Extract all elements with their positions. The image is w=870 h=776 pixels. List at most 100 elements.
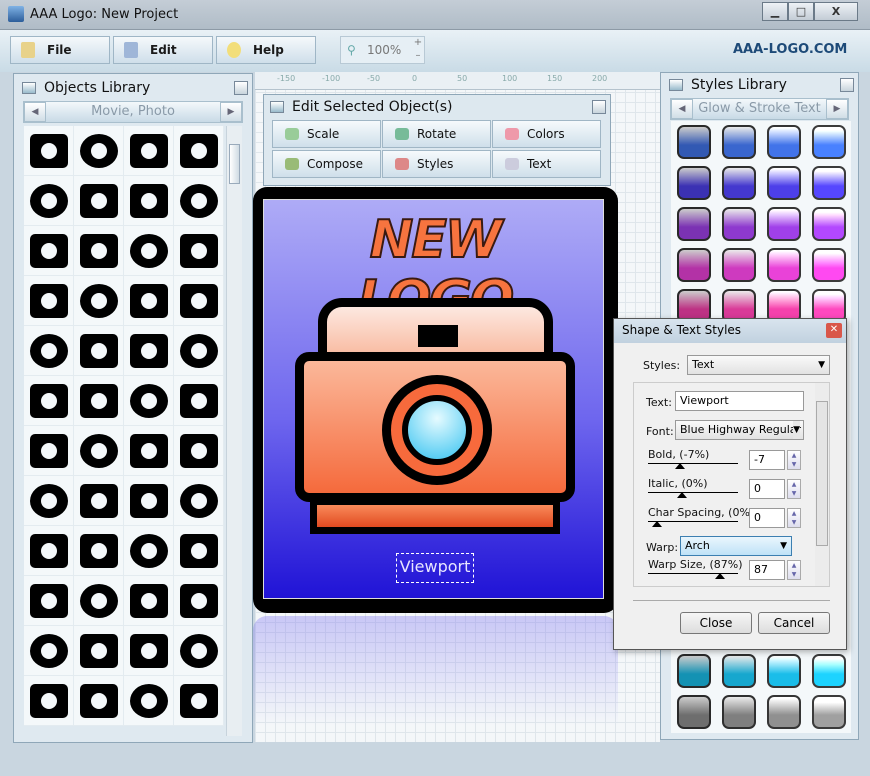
brand-link[interactable]: AAA-LOGO.COM <box>733 42 847 57</box>
minimize-styles-panel-button[interactable] <box>840 78 854 92</box>
minimize-button[interactable]: ▁ <box>762 2 788 21</box>
font-dropdown[interactable]: Blue Highway Regular ▼ <box>675 420 804 440</box>
object-item[interactable] <box>24 626 74 676</box>
minimize-edit-panel-button[interactable] <box>592 100 606 114</box>
object-item[interactable] <box>74 426 124 476</box>
style-swatch[interactable] <box>722 125 756 159</box>
object-item[interactable] <box>174 476 224 526</box>
warpsize-slider-thumb[interactable] <box>715 573 725 579</box>
object-item[interactable] <box>74 676 124 726</box>
object-item[interactable] <box>124 176 174 226</box>
edit-button[interactable]: Edit <box>113 36 213 64</box>
object-item[interactable] <box>174 126 224 176</box>
object-item[interactable] <box>24 476 74 526</box>
style-swatch[interactable] <box>812 248 846 282</box>
dialog-cancel-button[interactable]: Cancel <box>758 612 830 634</box>
object-item[interactable] <box>124 626 174 676</box>
object-item[interactable] <box>174 176 224 226</box>
minimize-panel-button[interactable] <box>234 81 248 95</box>
object-item[interactable] <box>24 426 74 476</box>
object-item[interactable] <box>74 226 124 276</box>
file-button[interactable]: File <box>10 36 110 64</box>
object-item[interactable] <box>74 326 124 376</box>
object-item[interactable] <box>124 226 174 276</box>
style-swatch[interactable] <box>677 695 711 729</box>
style-swatch[interactable] <box>767 654 801 688</box>
object-item[interactable] <box>74 576 124 626</box>
object-item[interactable] <box>174 326 224 376</box>
spacing-input[interactable]: 0 <box>749 508 785 528</box>
object-item[interactable] <box>174 426 224 476</box>
styles-dropdown[interactable]: Text ▼ <box>687 355 830 375</box>
object-item[interactable] <box>174 676 224 726</box>
object-item[interactable] <box>24 126 74 176</box>
object-item[interactable] <box>124 576 174 626</box>
objects-scrollbar[interactable] <box>226 126 242 736</box>
bold-slider-thumb[interactable] <box>674 463 685 469</box>
style-swatch[interactable] <box>812 695 846 729</box>
object-item[interactable] <box>24 276 74 326</box>
object-item[interactable] <box>74 276 124 326</box>
selected-caption-text[interactable]: Viewport <box>396 553 474 583</box>
object-item[interactable] <box>74 626 124 676</box>
object-item[interactable] <box>74 126 124 176</box>
object-item[interactable] <box>174 526 224 576</box>
properties-scroll-thumb[interactable] <box>816 401 828 546</box>
spacing-slider-thumb[interactable] <box>652 521 662 527</box>
warpsize-spinner[interactable]: ▲ ▼ <box>787 560 801 580</box>
object-item[interactable] <box>174 376 224 426</box>
style-swatch[interactable] <box>677 207 711 241</box>
italic-slider-thumb[interactable] <box>677 492 688 498</box>
help-button[interactable]: Help <box>216 36 316 64</box>
style-swatch[interactable] <box>812 166 846 200</box>
style-swatch[interactable] <box>767 125 801 159</box>
object-item[interactable] <box>24 226 74 276</box>
style-swatch[interactable] <box>767 166 801 200</box>
next-style-category-button[interactable]: ▶ <box>826 99 848 119</box>
object-item[interactable] <box>124 426 174 476</box>
next-category-button[interactable]: ▶ <box>220 102 242 122</box>
styles-button[interactable]: Styles <box>382 150 491 178</box>
bold-slider[interactable] <box>648 463 738 464</box>
object-item[interactable] <box>124 126 174 176</box>
compose-button[interactable]: Compose <box>272 150 381 178</box>
italic-spinner[interactable]: ▲ ▼ <box>787 479 801 499</box>
object-item[interactable] <box>124 526 174 576</box>
warpsize-input[interactable]: 87 <box>749 560 785 580</box>
style-swatch[interactable] <box>677 654 711 688</box>
object-item[interactable] <box>24 676 74 726</box>
object-item[interactable] <box>24 176 74 226</box>
properties-scrollbar[interactable] <box>815 383 829 586</box>
style-swatch[interactable] <box>722 695 756 729</box>
close-button[interactable]: X <box>814 2 858 21</box>
spacing-spinner[interactable]: ▲ ▼ <box>787 508 801 528</box>
italic-input[interactable]: 0 <box>749 479 785 499</box>
object-item[interactable] <box>74 176 124 226</box>
style-swatch[interactable] <box>812 125 846 159</box>
maximize-button[interactable]: □ <box>788 2 814 21</box>
style-swatch[interactable] <box>812 207 846 241</box>
object-item[interactable] <box>174 576 224 626</box>
prev-style-category-button[interactable]: ◀ <box>671 99 693 119</box>
object-item[interactable] <box>174 626 224 676</box>
style-swatch[interactable] <box>722 654 756 688</box>
object-item[interactable] <box>74 526 124 576</box>
object-item[interactable] <box>124 276 174 326</box>
style-swatch[interactable] <box>677 125 711 159</box>
scale-button[interactable]: Scale <box>272 120 381 148</box>
style-swatch[interactable] <box>812 654 846 688</box>
scroll-thumb[interactable] <box>229 144 240 184</box>
object-item[interactable] <box>74 376 124 426</box>
object-item[interactable] <box>174 276 224 326</box>
style-swatch[interactable] <box>722 166 756 200</box>
prev-category-button[interactable]: ◀ <box>24 102 46 122</box>
object-item[interactable] <box>174 226 224 276</box>
object-item[interactable] <box>24 326 74 376</box>
style-swatch[interactable] <box>767 248 801 282</box>
text-input[interactable]: Viewport <box>675 391 804 411</box>
object-item[interactable] <box>124 326 174 376</box>
object-item[interactable] <box>24 526 74 576</box>
object-item[interactable] <box>124 676 174 726</box>
dialog-close-button[interactable]: Close <box>680 612 752 634</box>
zoom-field[interactable]: ⚲ 100% + – <box>340 36 425 64</box>
